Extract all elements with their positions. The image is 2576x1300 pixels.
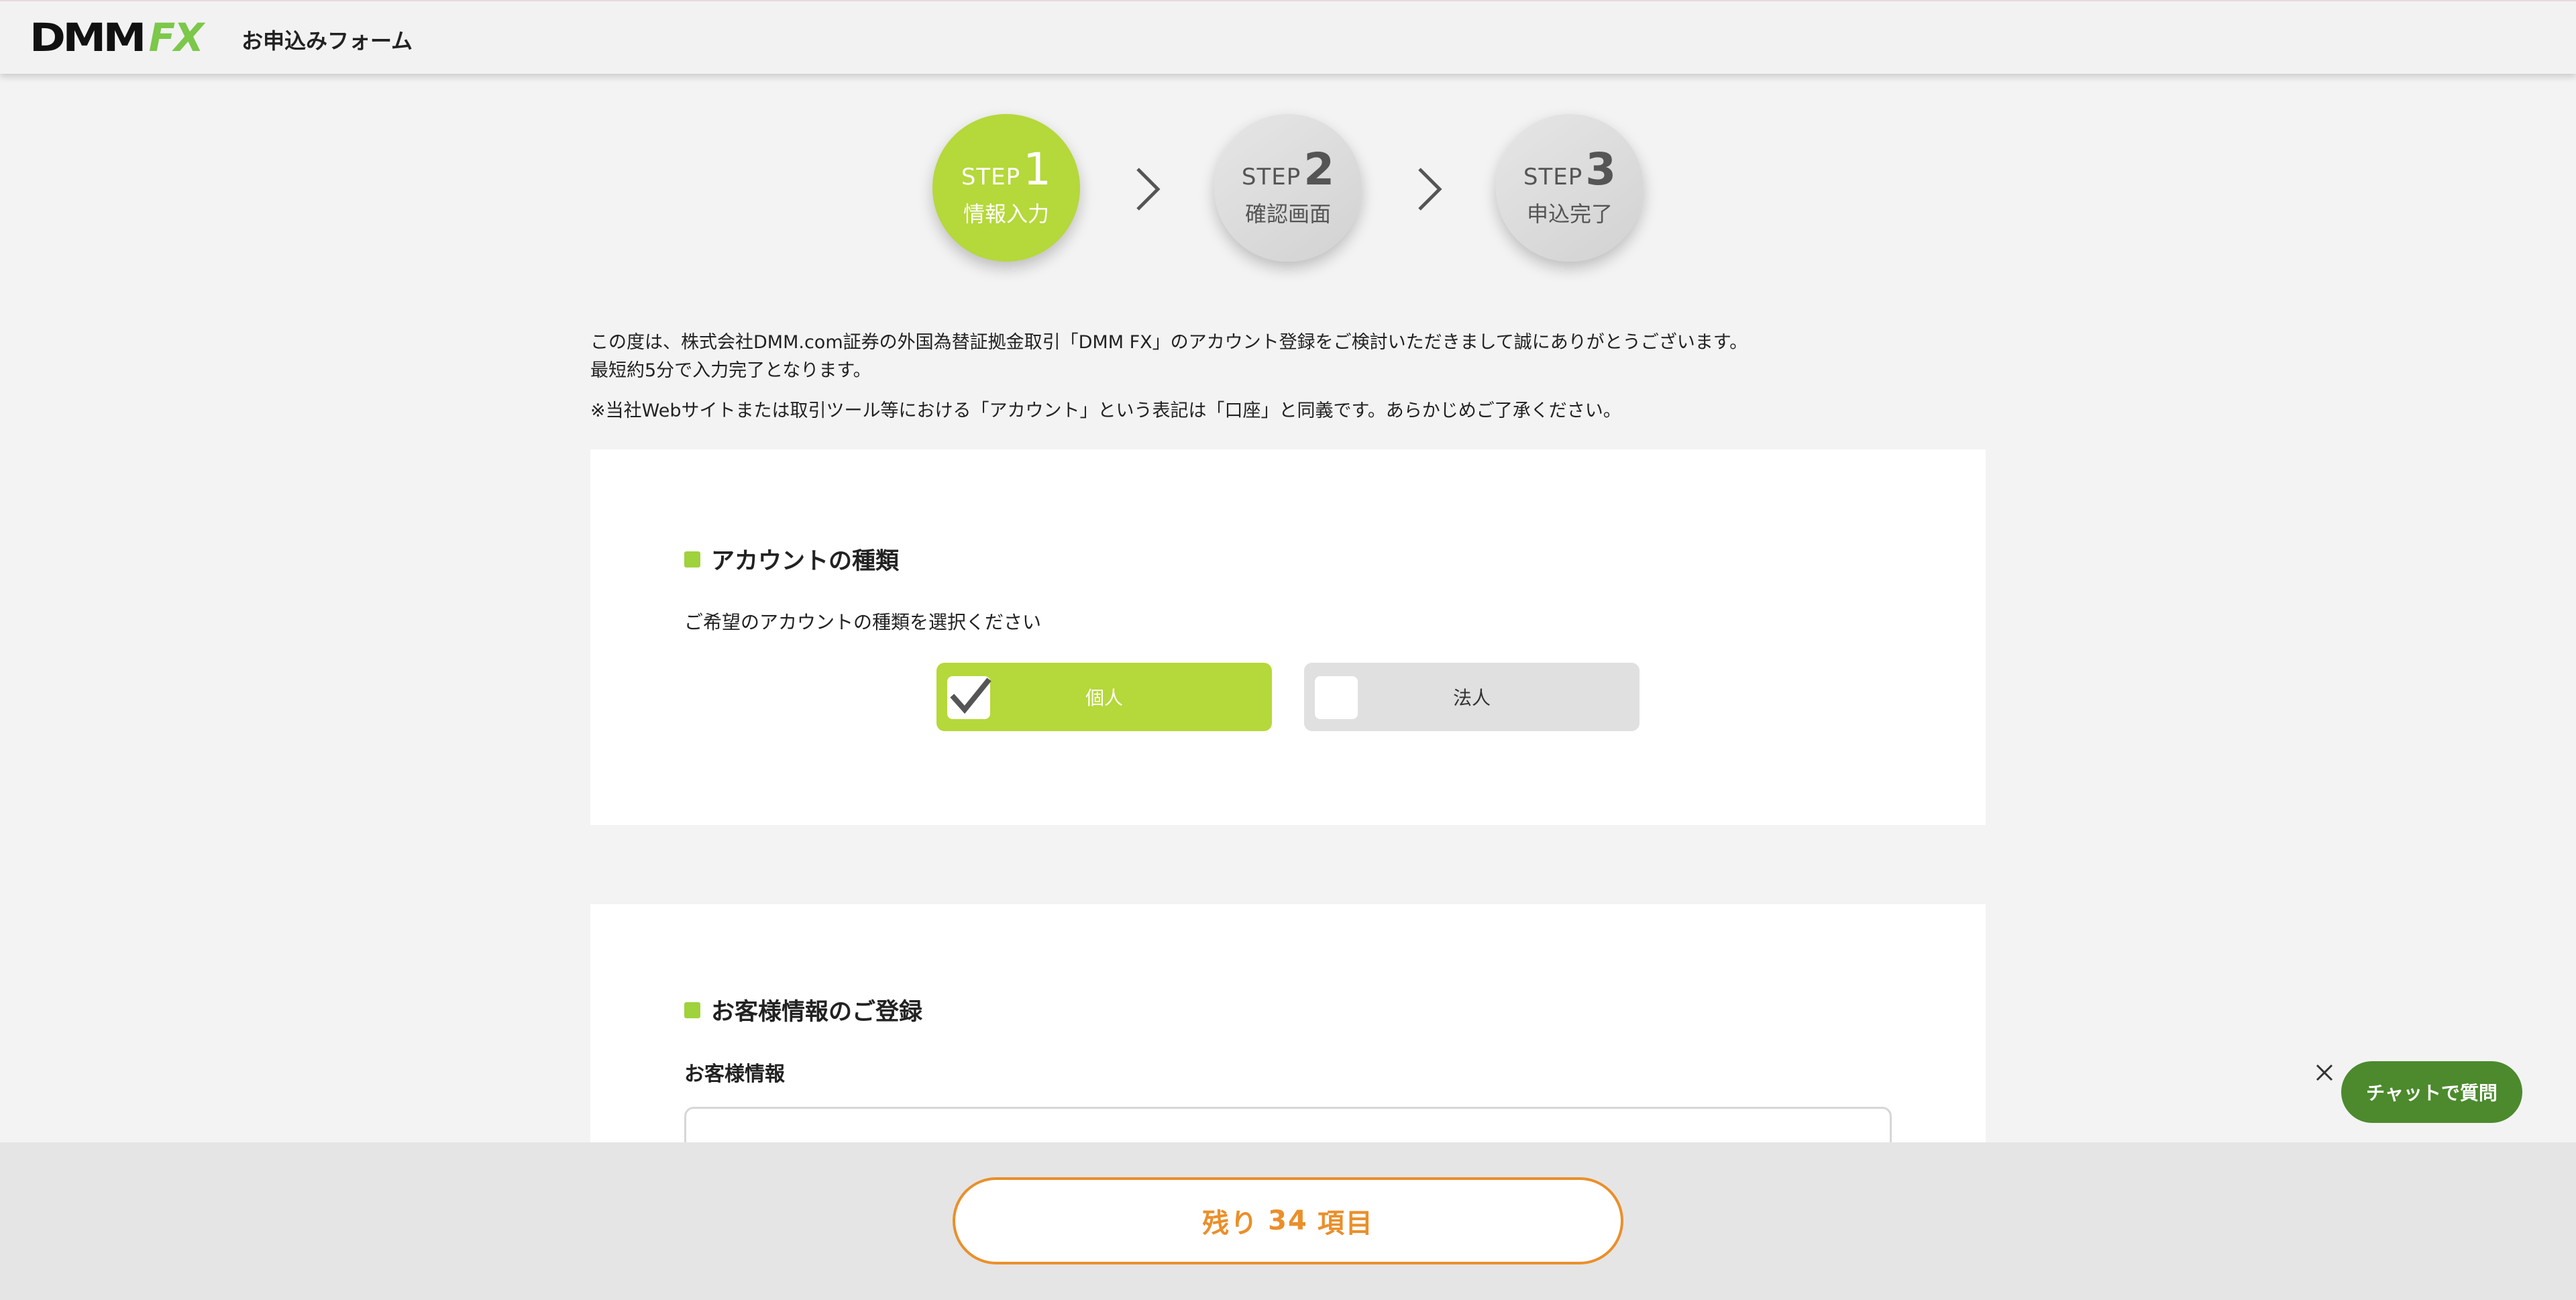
step-number: 2 [1303,144,1335,195]
section-marker-icon [684,1001,700,1018]
step-label: 確認画面 [1244,201,1331,227]
option-label: 法人 [1452,687,1491,709]
step-label: 情報入力 [963,201,1049,227]
section-title: お客様情報のご登録 [684,993,922,1027]
checkmark-icon [950,678,991,714]
intro-line-1: この度は、株式会社DMM.com証券の外国為替証拠金取引「DMM FX」のアカウ… [590,332,1748,353]
step-indicator: STEP 1 情報入力 STEP 2 確認画面 STEP 3 申込完了 [0,114,2576,262]
individual-option[interactable]: 個人 [936,663,1272,731]
section-title-text: アカウントの種類 [711,548,900,575]
remaining-count: 34 [1268,1205,1308,1236]
step-word: STEP [961,164,1021,191]
chevron-right-icon [1418,168,1442,211]
intro-note: ※当社Webサイトまたは取引ツール等における「アカウント」という表記は「口座」と… [590,400,1621,421]
option-label: 個人 [1085,687,1123,709]
checkbox[interactable] [947,676,991,719]
chat-button[interactable]: チャットで質問 [2341,1061,2522,1123]
remaining-prefix: 残り [1202,1208,1259,1239]
step-word: STEP [1523,164,1583,191]
logo-fx-text: FX [148,15,204,60]
account-type-card: アカウントの種類 ご希望のアカウントの種類を選択ください 個人 法人 [590,449,1986,825]
chevron-right-icon [1136,168,1161,211]
step-2: STEP 2 確認画面 [1214,114,1362,262]
corporate-option[interactable]: 法人 [1304,663,1640,731]
intro-line-2: 最短約5分で入力完了となります。 [590,360,871,381]
section-marker-icon [684,551,700,567]
step-1: STEP 1 情報入力 [932,114,1080,262]
remaining-items-button[interactable]: 残り 34 項目 [953,1177,1623,1264]
page-title: お申込みフォーム [241,28,413,54]
step-label: 申込完了 [1526,201,1613,227]
step-3: STEP 3 申込完了 [1496,114,1644,262]
section-title: アカウントの種類 [684,542,899,576]
remaining-suffix: 項目 [1317,1208,1374,1239]
bottom-bar: 残り 34 項目 [0,1142,2576,1300]
header: DMM FX お申込みフォーム [0,0,2576,74]
logo-dmm-text: DMM [30,15,146,60]
step-word: STEP [1241,164,1301,191]
account-type-description: ご希望のアカウントの種類を選択ください [684,611,1042,633]
intro-text: この度は、株式会社DMM.com証券の外国為替証拠金取引「DMM FX」のアカウ… [590,329,1999,425]
step-number: 3 [1585,144,1617,195]
close-icon[interactable] [2313,1061,2336,1084]
section-title-text: お客様情報のご登録 [711,999,923,1026]
step-number: 1 [1023,144,1052,195]
checkbox[interactable] [1315,676,1358,719]
customer-info-subtitle: お客様情報 [684,1063,785,1086]
dmm-fx-logo[interactable]: DMM FX [30,15,204,60]
